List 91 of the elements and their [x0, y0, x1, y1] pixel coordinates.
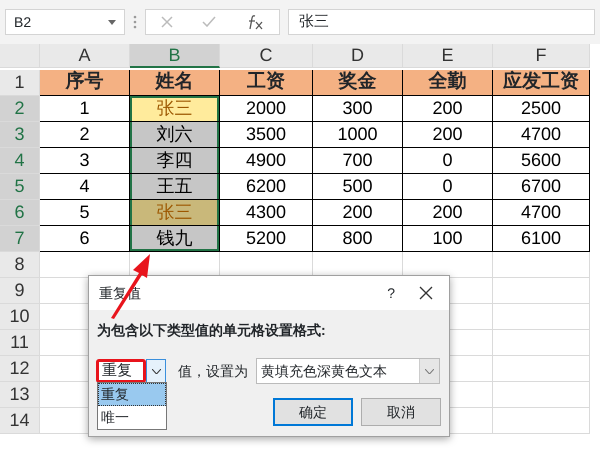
row-header[interactable]: 10 [0, 304, 40, 330]
column-header[interactable]: E [403, 44, 493, 68]
empty-cell[interactable] [493, 330, 590, 356]
table-cell: 6 [40, 226, 130, 252]
help-button[interactable]: ? [387, 282, 395, 304]
table-cell: 5600 [493, 148, 590, 174]
table-cell: 4 [40, 174, 130, 200]
dropdown-button[interactable] [146, 359, 166, 383]
empty-cell[interactable] [493, 356, 590, 382]
check-icon[interactable] [202, 16, 216, 28]
header-cell: 工资 [220, 70, 313, 96]
empty-cell[interactable] [493, 252, 590, 278]
table-cell: 张三 [130, 96, 220, 122]
close-icon[interactable] [419, 286, 433, 300]
row-header[interactable]: 1 [0, 70, 40, 96]
dialog-button[interactable]: 取消 [361, 398, 441, 426]
table-cell: 200 [403, 200, 493, 226]
row-header[interactable]: 4 [0, 148, 40, 174]
row-header[interactable]: 9 [0, 278, 40, 304]
formula-field[interactable]: 张三 [288, 9, 595, 35]
table-cell: 0 [403, 148, 493, 174]
table-cell: 4900 [220, 148, 313, 174]
header-cell: 应发工资 [493, 70, 590, 96]
table-cell: 100 [403, 226, 493, 252]
row-header[interactable]: 14 [0, 408, 40, 434]
row-header[interactable]: 6 [0, 200, 40, 226]
table-cell: 700 [313, 148, 403, 174]
table-cell: 4700 [493, 200, 590, 226]
table-cell: 3 [40, 148, 130, 174]
table-cell: 6200 [220, 174, 313, 200]
rule-select[interactable]: 重复 [96, 359, 146, 383]
table-cell: 李四 [130, 148, 220, 174]
empty-cell[interactable] [493, 382, 590, 408]
table-cell: 5 [40, 200, 130, 226]
table-cell: 1 [40, 96, 130, 122]
row-header[interactable]: 11 [0, 330, 40, 356]
column-header[interactable]: F [493, 44, 590, 68]
format-select[interactable]: 黄填充色深黄色文本 [256, 358, 440, 384]
values-label: 值，设置为 [178, 362, 248, 380]
row-header[interactable]: 13 [0, 382, 40, 408]
table-cell: 300 [313, 96, 403, 122]
table-cell: 200 [403, 96, 493, 122]
table-cell: 钱九 [130, 226, 220, 252]
table-cell: 6700 [493, 174, 590, 200]
column-header[interactable]: D [313, 44, 403, 68]
empty-cell[interactable] [493, 304, 590, 330]
header-cell: 序号 [40, 70, 130, 96]
dropdown-button[interactable] [419, 359, 439, 383]
table-cell: 4700 [493, 122, 590, 148]
column-header[interactable]: C [220, 44, 313, 68]
function-icon[interactable] [246, 14, 264, 30]
row-header[interactable]: 3 [0, 122, 40, 148]
caret-icon [108, 20, 116, 24]
row-header[interactable]: 12 [0, 356, 40, 382]
grip-icon [133, 15, 137, 29]
caret-icon [152, 368, 160, 374]
table-cell: 2 [40, 122, 130, 148]
table-cell: 2500 [493, 96, 590, 122]
table-cell: 3500 [220, 122, 313, 148]
table-cell: 张三 [130, 200, 220, 226]
table-cell: 刘六 [130, 122, 220, 148]
column-header[interactable]: A [40, 44, 130, 68]
header-cell: 姓名 [130, 70, 220, 96]
dropdown-option[interactable]: 重复 [98, 383, 166, 406]
header-cell: 全勤 [403, 70, 493, 96]
table-cell: 800 [313, 226, 403, 252]
column-header[interactable]: B [130, 44, 220, 68]
empty-cell[interactable] [493, 278, 590, 304]
table-cell: 4300 [220, 200, 313, 226]
empty-cell[interactable] [493, 408, 590, 434]
table-cell: 0 [403, 174, 493, 200]
table-cell: 6100 [493, 226, 590, 252]
table-cell: 2000 [220, 96, 313, 122]
header-cell: 奖金 [313, 70, 403, 96]
table-cell: 1000 [313, 122, 403, 148]
caret-icon [425, 368, 434, 374]
row-header[interactable]: 7 [0, 226, 40, 252]
table-cell: 500 [313, 174, 403, 200]
row-header[interactable]: 5 [0, 174, 40, 200]
name-box[interactable]: B2 [5, 9, 125, 35]
row-header[interactable]: 2 [0, 96, 40, 122]
instruction-text: 为包含以下类型值的单元格设置格式: [96, 321, 327, 340]
table-cell: 5200 [220, 226, 313, 252]
cancel-icon[interactable] [160, 16, 173, 28]
dialog-button[interactable]: 确定 [273, 398, 353, 426]
dropdown-option[interactable]: 唯一 [98, 406, 166, 429]
select-all-corner[interactable] [0, 44, 40, 68]
table-cell: 王五 [130, 174, 220, 200]
table-cell: 200 [403, 122, 493, 148]
row-header[interactable]: 8 [0, 252, 40, 278]
table-cell: 200 [313, 200, 403, 226]
